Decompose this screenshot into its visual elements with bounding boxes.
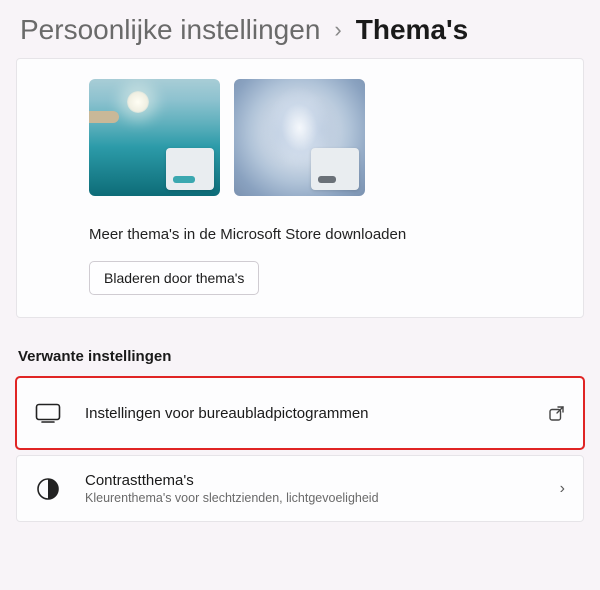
browse-themes-button[interactable]: Bladeren door thema's xyxy=(89,261,259,295)
store-download-text: Meer thema's in de Microsoft Store downl… xyxy=(89,226,565,243)
desktop-icon-settings-row[interactable]: Instellingen voor bureaubladpictogrammen xyxy=(16,377,584,449)
desktop-icon xyxy=(35,400,61,426)
theme-preview-window xyxy=(311,148,359,190)
theme-preview-window xyxy=(166,148,214,190)
breadcrumb: Persoonlijke instellingen › Thema's xyxy=(0,0,600,58)
theme-thumbnail-bloom[interactable] xyxy=(234,79,365,196)
row-title: Contrastthema's xyxy=(85,472,536,489)
row-body: Contrastthema's Kleurenthema's voor slec… xyxy=(85,472,536,505)
themes-panel: Meer thema's in de Microsoft Store downl… xyxy=(16,58,584,318)
contrast-themes-row[interactable]: Contrastthema's Kleurenthema's voor slec… xyxy=(16,455,584,522)
open-external-icon xyxy=(548,405,565,422)
chevron-right-icon: › xyxy=(560,480,565,498)
related-settings-heading: Verwante instellingen xyxy=(18,348,582,365)
breadcrumb-parent[interactable]: Persoonlijke instellingen xyxy=(20,14,320,46)
contrast-icon xyxy=(35,476,61,502)
row-body: Instellingen voor bureaubladpictogrammen xyxy=(85,405,524,422)
row-title: Instellingen voor bureaubladpictogrammen xyxy=(85,405,524,422)
theme-thumbnails xyxy=(89,79,565,196)
theme-thumbnail-ocean[interactable] xyxy=(89,79,220,196)
breadcrumb-current: Thema's xyxy=(356,14,468,46)
row-subtitle: Kleurenthema's voor slechtzienden, licht… xyxy=(85,491,536,505)
breadcrumb-separator: › xyxy=(334,17,341,43)
